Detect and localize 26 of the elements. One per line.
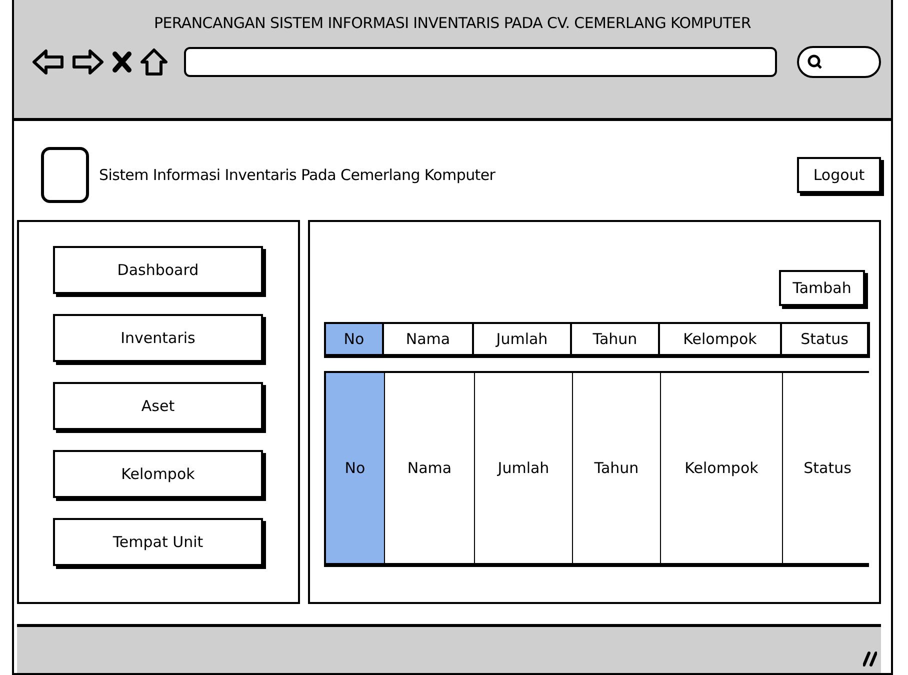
home-icon[interactable] — [140, 48, 168, 76]
back-arrow-icon[interactable] — [32, 49, 64, 75]
column-header[interactable]: Kelompok — [658, 322, 780, 358]
add-button[interactable]: Tambah — [779, 270, 865, 306]
sidebar-button[interactable]: Aset — [53, 382, 263, 430]
resize-handle-icon[interactable] — [863, 651, 877, 667]
logout-button[interactable]: Logout — [797, 157, 881, 193]
sidebar-button[interactable]: Tempat Unit — [53, 518, 263, 566]
app-title: Sistem Informasi Inventaris Pada Cemerlang Komputer — [99, 166, 496, 184]
sidebar-button[interactable]: Dashboard — [53, 246, 263, 294]
logo-placeholder — [41, 147, 89, 203]
forward-arrow-icon[interactable] — [72, 49, 104, 75]
sidebar-button[interactable]: Inventaris — [53, 314, 263, 362]
close-icon[interactable] — [112, 51, 132, 73]
column-header[interactable]: Status — [780, 322, 870, 358]
address-field[interactable] — [184, 47, 777, 77]
search-icon — [807, 54, 823, 70]
search-field[interactable] — [797, 46, 881, 78]
column-header[interactable]: No — [324, 322, 382, 358]
sidebar-button[interactable]: Kelompok — [53, 450, 263, 498]
column-header[interactable]: Nama — [382, 322, 472, 358]
table-cell: No — [326, 373, 384, 563]
column-header[interactable]: Tahun — [570, 322, 658, 358]
window-title: PERANCANGAN SISTEM INFORMASI INVENTARIS PADA CV. CEMERLANG KOMPUTER — [154, 14, 751, 32]
column-header[interactable]: Jumlah — [472, 322, 570, 358]
table-cell: Status — [782, 373, 872, 563]
